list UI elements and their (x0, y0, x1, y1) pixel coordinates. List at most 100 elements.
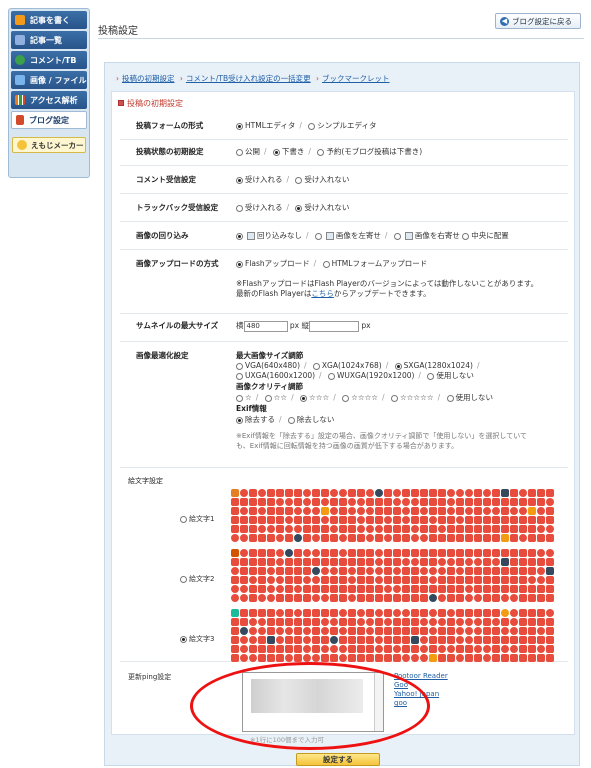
emoji-cell[interactable] (383, 515, 392, 524)
radio-wrap-right[interactable] (393, 232, 401, 240)
emoji-cell[interactable] (419, 566, 428, 575)
emoji-cell[interactable] (248, 533, 257, 542)
emoji-cell[interactable] (356, 515, 365, 524)
emoji-cell[interactable] (284, 506, 293, 515)
emoji-cell[interactable] (266, 524, 275, 533)
emoji-cell[interactable] (464, 593, 473, 602)
emoji-cell[interactable] (401, 515, 410, 524)
emoji-cell[interactable] (419, 506, 428, 515)
emoji-cell[interactable] (473, 593, 482, 602)
emoji-cell[interactable] (464, 644, 473, 653)
emoji-cell[interactable] (419, 488, 428, 497)
emoji-cell[interactable] (347, 584, 356, 593)
emoji-cell[interactable] (482, 635, 491, 644)
emoji-cell[interactable] (464, 488, 473, 497)
emoji-cell[interactable] (410, 548, 419, 557)
emoji-cell[interactable] (455, 557, 464, 566)
emoji-cell[interactable] (383, 653, 392, 662)
emoji-cell[interactable] (383, 626, 392, 635)
emoji-cell[interactable] (527, 488, 536, 497)
emoji-cell[interactable] (293, 584, 302, 593)
emoji-cell[interactable] (392, 575, 401, 584)
emoji-cell[interactable] (455, 497, 464, 506)
emoji-cell[interactable] (446, 557, 455, 566)
emoji-cell[interactable] (284, 566, 293, 575)
emoji-cell[interactable] (365, 626, 374, 635)
radio-q5[interactable] (390, 394, 398, 402)
emoji-cell[interactable] (383, 617, 392, 626)
emoji-cell[interactable] (410, 488, 419, 497)
emoji-cell[interactable] (437, 524, 446, 533)
emoji-cell[interactable] (320, 575, 329, 584)
emoji-cell[interactable] (527, 515, 536, 524)
emoji-cell[interactable] (401, 575, 410, 584)
emoji-cell[interactable] (374, 524, 383, 533)
emoji-cell[interactable] (383, 524, 392, 533)
emoji-cell[interactable] (482, 593, 491, 602)
emoji-cell[interactable] (248, 608, 257, 617)
emoji-cell[interactable] (536, 566, 545, 575)
emoji-cell[interactable] (482, 497, 491, 506)
emoji-cell[interactable] (383, 644, 392, 653)
emoji-cell[interactable] (266, 506, 275, 515)
emoji-cell[interactable] (410, 626, 419, 635)
emoji-cell[interactable] (473, 626, 482, 635)
emoji-cell[interactable] (437, 653, 446, 662)
emoji-cell[interactable] (311, 497, 320, 506)
emoji-cell[interactable] (464, 566, 473, 575)
emoji-cell[interactable] (374, 557, 383, 566)
emoji-cell[interactable] (374, 506, 383, 515)
emoji-cell[interactable] (536, 584, 545, 593)
emoji-cell[interactable] (509, 566, 518, 575)
emoji-cell[interactable] (509, 575, 518, 584)
emoji-cell[interactable] (473, 497, 482, 506)
emoji-cell[interactable] (509, 488, 518, 497)
emoji-cell[interactable] (356, 557, 365, 566)
emoji-cell[interactable] (419, 608, 428, 617)
emoji-cell[interactable] (320, 524, 329, 533)
emoji-cell[interactable] (527, 533, 536, 542)
emoji-cell[interactable] (410, 635, 419, 644)
emoji-cell[interactable] (455, 644, 464, 653)
emoji-cell[interactable] (518, 524, 527, 533)
emoji-cell[interactable] (239, 548, 248, 557)
emoji-cell[interactable] (293, 524, 302, 533)
sidebar-item-list[interactable]: 記事一覧 (11, 31, 87, 49)
emoji-cell[interactable] (437, 626, 446, 635)
emoji-cell[interactable] (365, 635, 374, 644)
emoji-cell[interactable] (275, 557, 284, 566)
emoji-cell[interactable] (437, 575, 446, 584)
emoji-cell[interactable] (446, 575, 455, 584)
emoji-cell[interactable] (545, 548, 554, 557)
emoji-cell[interactable] (248, 584, 257, 593)
emoji-cell[interactable] (446, 593, 455, 602)
emoji-cell[interactable] (320, 488, 329, 497)
emoji-cell[interactable] (491, 653, 500, 662)
emoji-cell[interactable] (473, 575, 482, 584)
emoji-cell[interactable] (518, 533, 527, 542)
emoji-cell[interactable] (383, 584, 392, 593)
emoji-cell[interactable] (248, 506, 257, 515)
emoji-cell[interactable] (239, 497, 248, 506)
emoji-cell[interactable] (392, 566, 401, 575)
radio-wrap-left[interactable] (314, 232, 322, 240)
emoji-cell[interactable] (446, 644, 455, 653)
emoji-cell[interactable] (266, 497, 275, 506)
emoji-cell[interactable] (473, 653, 482, 662)
emoji-cell[interactable] (257, 626, 266, 635)
emoji-cell[interactable] (518, 515, 527, 524)
emoji-cell[interactable] (275, 566, 284, 575)
emoji-cell[interactable] (248, 488, 257, 497)
flash-player-link[interactable]: こちら (311, 289, 334, 298)
emoji-cell[interactable] (347, 644, 356, 653)
emoji-cell[interactable] (266, 566, 275, 575)
emoji-cell[interactable] (275, 644, 284, 653)
emoji-cell[interactable] (365, 524, 374, 533)
emoji-cell[interactable] (365, 557, 374, 566)
emoji-cell[interactable] (302, 626, 311, 635)
emoji-cell[interactable] (527, 557, 536, 566)
sidebar-item-settings[interactable]: ブログ設定 (11, 111, 87, 129)
emoji-cell[interactable] (401, 617, 410, 626)
emoji-cell[interactable] (491, 488, 500, 497)
emoji-cell[interactable] (410, 533, 419, 542)
